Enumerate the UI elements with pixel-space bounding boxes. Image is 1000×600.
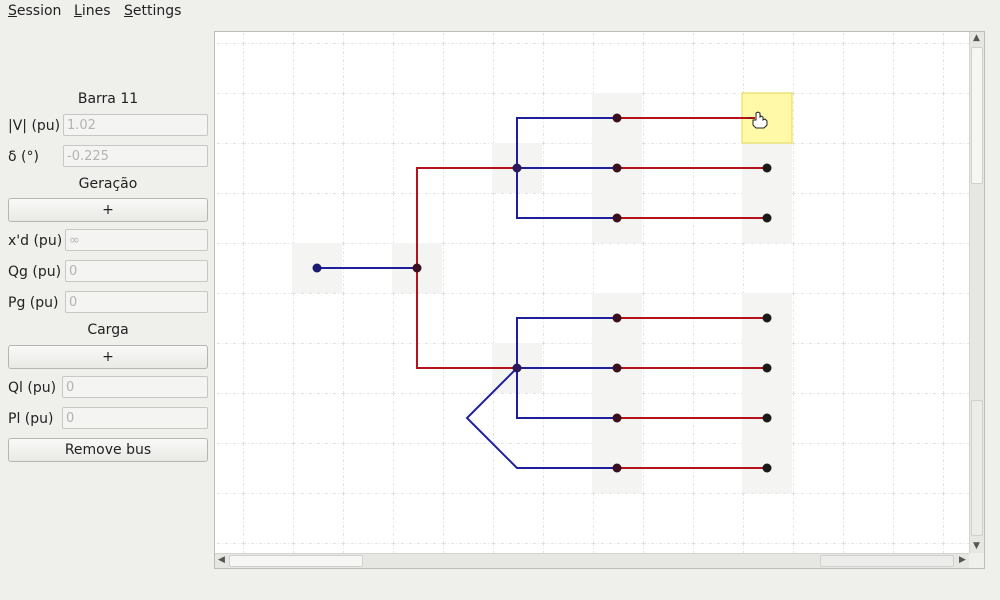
vertical-scrollbar[interactable]: ▲ ▼ [969, 32, 984, 553]
horizontal-scroll-track-right[interactable] [820, 555, 954, 567]
bus-cell [742, 143, 792, 243]
pg-label: Pg (pu) [8, 295, 59, 311]
network-diagram[interactable] [215, 32, 969, 553]
scroll-corner [969, 553, 984, 568]
bus-node[interactable] [612, 413, 622, 423]
scroll-left-arrow-icon[interactable]: ◀ [215, 554, 228, 567]
menu-session[interactable]: Session [8, 3, 61, 19]
ql-label: Ql (pu) [8, 380, 57, 396]
menu-session-label: ession [16, 3, 62, 19]
menu-settings-mnemonic: S [124, 3, 133, 19]
bus-title: Barra 11 [77, 91, 139, 107]
bus-node[interactable] [612, 313, 622, 323]
bus-node[interactable] [612, 363, 622, 373]
add-load-button[interactable]: + [8, 345, 208, 369]
delta-label: δ (°) [8, 149, 39, 165]
remove-bus-button[interactable]: Remove bus [8, 438, 208, 462]
bus-properties-panel: Barra 11 |V| (pu) δ (°) Geração + x'd (p… [0, 22, 214, 600]
bus-node[interactable] [612, 213, 622, 223]
bus-node[interactable] [762, 363, 772, 373]
horizontal-scrollbar[interactable]: ◀ ▶ [215, 553, 969, 568]
menu-session-mnemonic: S [8, 3, 17, 19]
xd-input[interactable] [65, 229, 208, 251]
network-canvas[interactable] [215, 32, 969, 553]
menu-lines-mnemonic: L [74, 3, 82, 19]
pl-input[interactable] [62, 407, 208, 429]
bus-node[interactable] [762, 213, 772, 223]
qg-label: Qg (pu) [8, 264, 62, 280]
menu-bar: Session Lines Settings [0, 0, 1000, 22]
pl-label: Pl (pu) [8, 411, 54, 427]
ql-input[interactable] [62, 376, 208, 398]
menu-settings[interactable]: Settings [124, 3, 181, 19]
add-generation-button[interactable]: + [8, 198, 208, 222]
horizontal-scroll-thumb[interactable] [229, 555, 363, 567]
menu-settings-label: ettings [132, 3, 182, 19]
v-label: |V| (pu) [8, 118, 61, 134]
bus-node[interactable] [612, 463, 622, 473]
bus-node[interactable] [312, 263, 322, 273]
menu-lines[interactable]: Lines [74, 3, 110, 19]
load-title: Carga [87, 322, 129, 338]
scroll-up-arrow-icon[interactable]: ▲ [970, 32, 983, 45]
v-input[interactable] [63, 114, 208, 136]
bus-node[interactable] [612, 113, 622, 123]
bus-node[interactable] [412, 263, 422, 273]
xd-label: x'd (pu) [8, 233, 63, 249]
bus-node[interactable] [762, 413, 772, 423]
bus-node[interactable] [762, 163, 772, 173]
bus-node[interactable] [762, 313, 772, 323]
bus-cell [742, 293, 792, 493]
menu-lines-label: ines [81, 3, 111, 19]
generation-title: Geração [78, 176, 138, 192]
bus-node[interactable] [612, 163, 622, 173]
scroll-down-arrow-icon[interactable]: ▼ [970, 540, 983, 553]
bus-node[interactable] [512, 163, 522, 173]
qg-input[interactable] [65, 260, 208, 282]
delta-input[interactable] [63, 145, 208, 167]
vertical-scroll-track-lower[interactable] [971, 400, 983, 536]
vertical-scroll-thumb[interactable] [971, 47, 983, 184]
bus-cell [592, 293, 642, 493]
scroll-right-arrow-icon[interactable]: ▶ [956, 554, 969, 567]
bus-node[interactable] [512, 363, 522, 373]
pg-input[interactable] [65, 291, 208, 313]
bus-node[interactable] [762, 463, 772, 473]
